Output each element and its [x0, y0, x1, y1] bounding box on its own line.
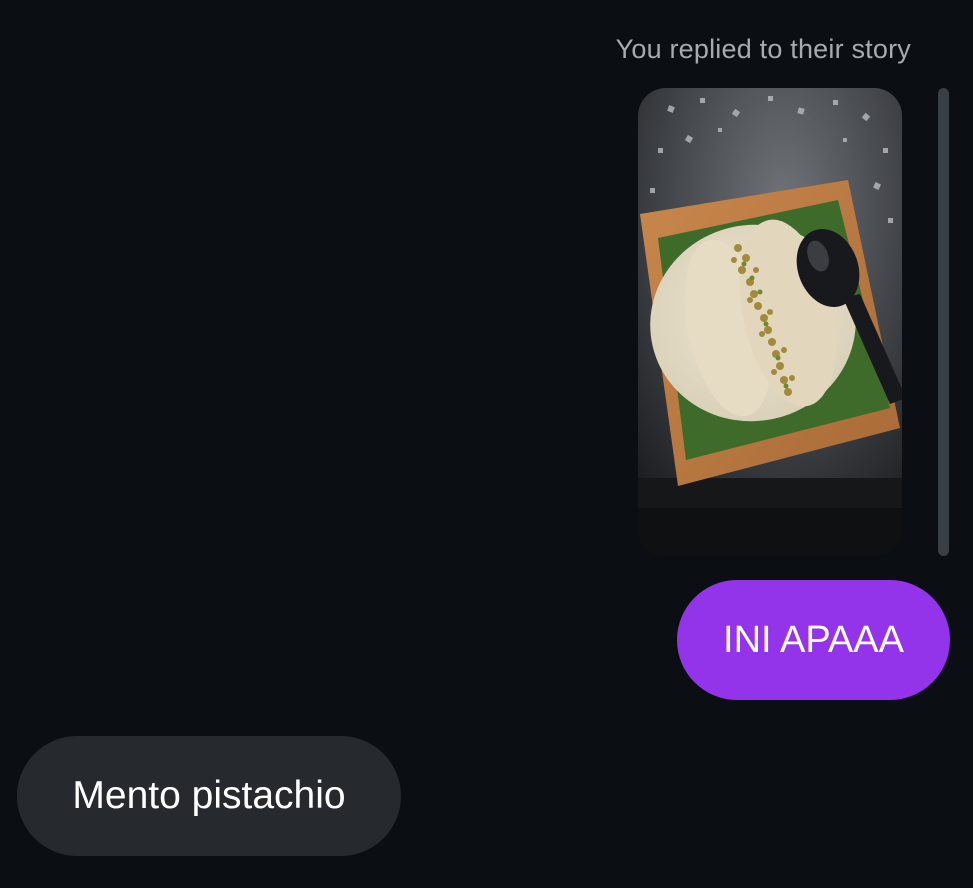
message-text: Mento pistachio — [72, 774, 346, 817]
message-thread: You replied to their story INI APAAA Men… — [0, 0, 973, 888]
story-image — [638, 88, 902, 556]
received-message-bubble[interactable]: Mento pistachio — [17, 736, 401, 856]
sent-message-bubble[interactable]: INI APAAA — [677, 580, 950, 700]
message-text: INI APAAA — [723, 618, 904, 661]
scrollbar[interactable] — [938, 88, 949, 556]
story-reply-caption: You replied to their story — [615, 34, 911, 64]
story-thumbnail[interactable] — [638, 88, 902, 556]
